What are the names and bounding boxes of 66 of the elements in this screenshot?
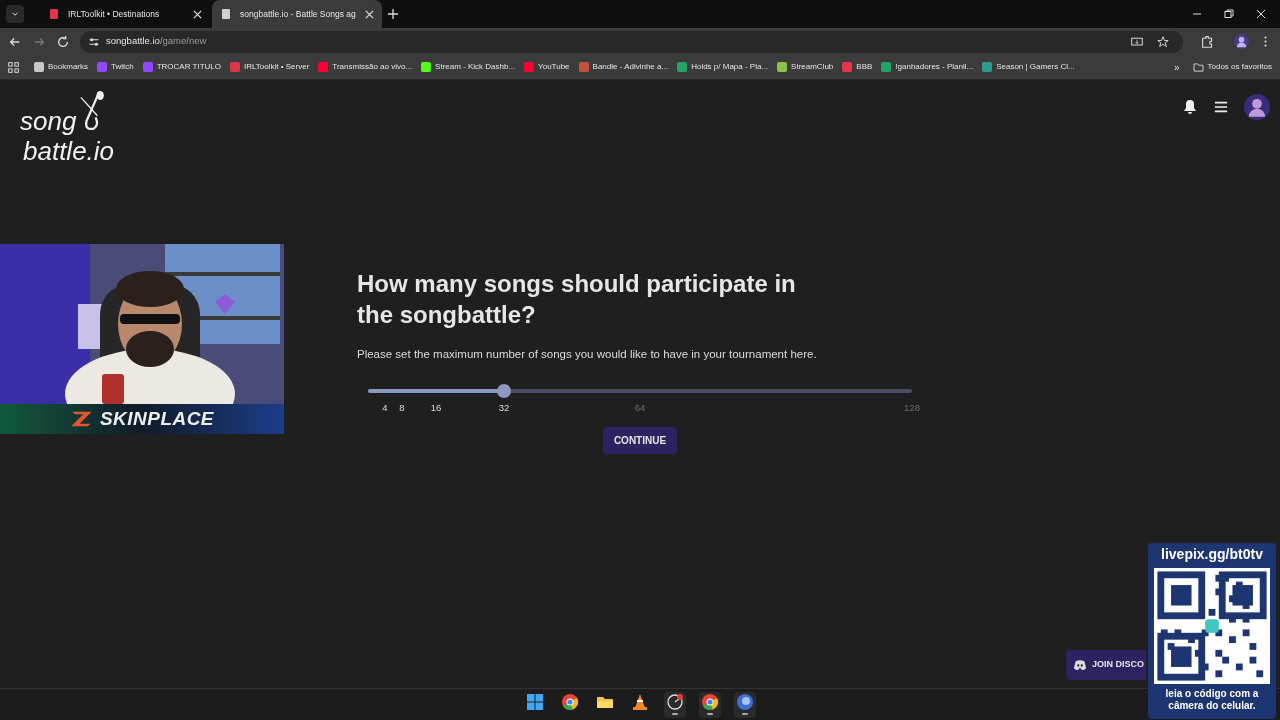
bookmark-link[interactable]: !ganhadores - Planil... [881, 61, 974, 73]
discord-icon [1073, 659, 1087, 671]
bookmark-folder[interactable]: Todos os favoritos [1192, 61, 1272, 73]
apps-icon[interactable] [8, 61, 19, 73]
avatar-icon[interactable] [1234, 34, 1249, 49]
z-logo-icon [69, 410, 94, 428]
tick-label: 128 [904, 401, 920, 416]
qr-code-icon [1154, 568, 1270, 684]
address-field[interactable]: songbattle.io/game/new [80, 30, 1183, 53]
bookmark-link[interactable]: Bandle - Adivinhe a... [578, 61, 669, 73]
slider-thumb[interactable] [497, 384, 511, 399]
bookmark-link[interactable]: Transmissão ao vivo... [318, 61, 413, 73]
question-heading: How many songs should participate in the songbattle? [357, 269, 797, 330]
gauge-icon[interactable] [667, 694, 683, 710]
tab-title: IRLToolkit • Destinations [68, 7, 161, 21]
description-text: Please set the maximum number of songs you would like to have in your tournament here. [357, 347, 818, 362]
bookmark-link[interactable]: Season | Gamers Cl... [982, 61, 1075, 73]
tick-label: 64 [634, 401, 646, 416]
folder-icon[interactable] [597, 694, 613, 710]
close-icon[interactable] [1256, 9, 1266, 19]
brand-text: SKINPLACE [99, 406, 215, 431]
extensions-icon[interactable] [1201, 35, 1214, 48]
tick-label: 16 [430, 401, 442, 416]
taskbar-button[interactable] [699, 691, 721, 718]
tab-title: songbattle.io - Battle Songs ag [240, 7, 357, 21]
browser-tab[interactable]: IRLToolkit • Destinations [40, 0, 210, 28]
notifications-icon[interactable] [1182, 99, 1198, 115]
restore-icon[interactable] [1224, 9, 1234, 19]
continue-button[interactable]: CONTINUE [602, 427, 678, 455]
discord-button[interactable]: JOIN DISCO [1066, 650, 1146, 680]
taskbar-button[interactable] [664, 691, 686, 718]
folder-icon [1192, 62, 1204, 72]
avatar-icon[interactable] [1244, 94, 1270, 120]
install-icon[interactable] [1131, 35, 1143, 48]
browser-tab[interactable]: songbattle.io - Battle Songs ag [212, 0, 382, 28]
tab-list-icon[interactable] [6, 5, 24, 23]
taskbar-button[interactable] [734, 691, 756, 718]
qr-caption: leia o código com a câmera do celular. [1164, 688, 1260, 712]
tick-label: 32 [498, 401, 510, 416]
bookmark-link[interactable]: Holds p/ Mapa - Pla... [677, 61, 769, 73]
browser-icon[interactable] [562, 694, 578, 710]
bookmark-link[interactable]: BBB [842, 61, 873, 73]
orb-icon[interactable] [737, 694, 753, 710]
tick-label: 4 [382, 401, 388, 416]
logo-text: battle.io [22, 136, 115, 166]
site-settings-icon[interactable] [88, 35, 100, 48]
tick-label: 8 [399, 401, 405, 416]
cone-icon[interactable] [632, 694, 648, 710]
bookmark-link[interactable]: TROCAR TITULO [142, 61, 221, 73]
bookmark-link[interactable]: Twitch [97, 61, 134, 73]
bookmark-link[interactable]: Stream - Kick Dashb... [421, 61, 516, 73]
close-icon[interactable] [365, 9, 374, 19]
bookmark-link[interactable]: YouTube [524, 61, 570, 73]
bookmark-link[interactable]: StreamClub [777, 61, 834, 73]
logo-text: song [20, 106, 77, 136]
more-bookmarks-button[interactable]: » [1173, 59, 1180, 75]
star-icon[interactable] [1157, 35, 1169, 48]
qr-title: livepix.gg/bt0tv [1161, 545, 1263, 564]
bookmark-link[interactable]: Bookmarks [34, 61, 88, 73]
browser-icon[interactable] [702, 694, 718, 710]
menu-icon[interactable] [1214, 100, 1228, 114]
url-text: songbattle.io/game/new [106, 34, 207, 49]
new-tab-icon[interactable] [388, 9, 398, 19]
bookmark-link[interactable]: IRLToolkit • Server [230, 61, 310, 73]
close-icon[interactable] [193, 9, 202, 19]
reload-icon[interactable] [56, 34, 70, 49]
